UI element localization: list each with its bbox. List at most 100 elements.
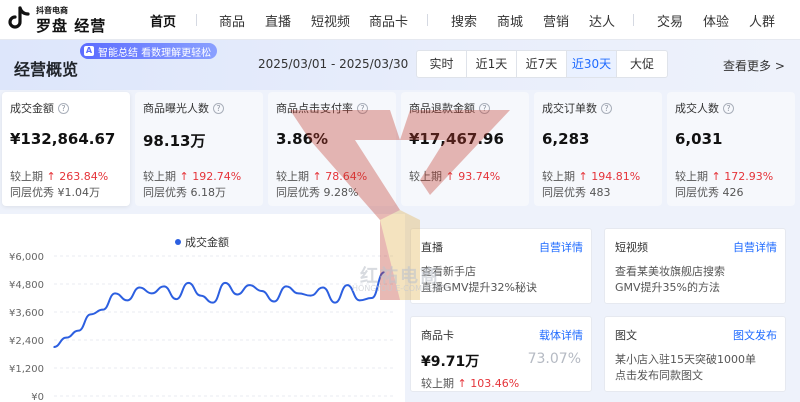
data-point[interactable] [199, 294, 202, 297]
metric-card-buyers[interactable]: 成交人数? 6,031 较上期 ↑ 172.93% 同层优秀 426 [667, 92, 795, 206]
data-point[interactable] [285, 285, 288, 288]
ai-summary-badge[interactable]: A 智能总结 看数理解更轻松 [80, 43, 218, 59]
data-point[interactable] [297, 292, 300, 295]
panel-line[interactable]: GMV提升35%的方法 [615, 279, 720, 295]
panel-value: ¥9.71万 [421, 354, 480, 370]
y-tick-label: ¥3,600 [9, 308, 44, 319]
nav-item-product-card[interactable]: 商品卡 [369, 11, 408, 30]
nav-item-creators[interactable]: 达人 [589, 11, 615, 30]
tab-1day[interactable]: 近1天 [467, 51, 517, 77]
nav-item-product[interactable]: 商品 [219, 11, 245, 30]
metric-label: 商品点击支付率 [276, 102, 353, 115]
metric-card-orders[interactable]: 成交订单数? 6,283 较上期 ↑ 194.81% 同层优秀 483 [534, 92, 662, 206]
data-point[interactable] [334, 301, 336, 304]
data-point[interactable] [309, 294, 312, 297]
compass-logo[interactable]: 抖音电商 罗盘 经营 [6, 4, 116, 36]
ai-summary-label: 智能总结 看数理解更轻松 [98, 47, 212, 59]
data-point[interactable] [187, 282, 190, 284]
graphic-publish-link[interactable]: 图文发布 [733, 327, 777, 343]
data-point[interactable] [346, 284, 349, 286]
nav-item-audience[interactable]: 人群 [749, 11, 775, 30]
metric-label: 成交订单数 [542, 102, 597, 115]
data-point[interactable] [102, 308, 104, 311]
nav-item-marketing[interactable]: 营销 [543, 11, 569, 30]
metric-label: 商品曝光人数 [143, 102, 209, 115]
nav-divider [633, 14, 634, 26]
page-title: 经营概览 [14, 60, 79, 79]
nav-item-mall[interactable]: 商城 [497, 11, 523, 30]
help-icon[interactable]: ? [723, 102, 734, 114]
compare-label: 较上期 [10, 170, 43, 183]
compare-change: ↑ 263.84% [46, 170, 109, 183]
metric-card-refund[interactable]: 商品退款金额? ¥17,467.96 较上期 ↑ 93.74% [401, 92, 529, 206]
date-range[interactable]: 2025/03/01 - 2025/03/30 [258, 57, 408, 71]
live-panel: 直播 自营详情 查看新手店 直播GMV提升32%秘诀 [410, 228, 592, 304]
compare-change: ↑ 93.74% [445, 170, 501, 183]
data-point[interactable] [260, 290, 263, 292]
nav-item-trade[interactable]: 交易 [657, 11, 683, 30]
help-icon[interactable]: ? [479, 102, 490, 114]
data-point[interactable] [248, 284, 251, 286]
metric-peer: 同层优秀 9.28% [276, 186, 359, 199]
nav-item-video[interactable]: 短视频 [311, 11, 350, 30]
data-point[interactable] [212, 301, 214, 304]
data-point[interactable] [224, 282, 226, 284]
panel-line[interactable]: 直播GMV提升32%秘诀 [421, 279, 537, 295]
data-point[interactable] [370, 297, 373, 299]
data-point[interactable] [383, 271, 385, 274]
panel-title: 短视频 [615, 241, 648, 254]
tab-7days[interactable]: 近7天 [517, 51, 567, 77]
data-point[interactable] [175, 298, 178, 300]
ai-icon: A [84, 46, 94, 56]
metric-compare: 较上期 ↑ 192.74% [143, 168, 241, 184]
trend-chart[interactable]: ¥0 ¥1,200 ¥2,400 ¥3,600 ¥4,800 ¥6,000 [0, 214, 405, 402]
panel-line[interactable]: 某小店入驻15天突破1000单 [615, 351, 756, 367]
data-point[interactable] [322, 286, 324, 289]
data-point[interactable] [150, 292, 153, 295]
data-point[interactable] [358, 299, 361, 302]
data-point[interactable] [163, 285, 165, 288]
panel-compare: 较上期 ↑ 103.46% [421, 375, 519, 391]
panel-percent: 73.07% [527, 351, 581, 367]
data-point[interactable] [77, 329, 80, 332]
metric-card-exposure[interactable]: 商品曝光人数? 98.13万 较上期 ↑ 192.74% 同层优秀 6.18万 [135, 92, 263, 206]
metric-card-click-pay-rate[interactable]: 商品点击支付率? 3.86% 较上期 ↑ 78.64% 同层优秀 9.28% [268, 92, 396, 206]
compare-change: ↑ 78.64% [312, 170, 368, 183]
video-detail-link[interactable]: 自营详情 [733, 239, 777, 255]
nav-item-home[interactable]: 首页 [150, 11, 176, 30]
tab-realtime[interactable]: 实时 [417, 51, 467, 77]
data-point[interactable] [273, 300, 275, 303]
metric-peer: 同层优秀 ¥1.04万 [10, 186, 100, 199]
live-detail-link[interactable]: 自营详情 [539, 239, 583, 255]
metric-compare: 较上期 ↑ 194.81% [542, 168, 640, 184]
data-point[interactable] [114, 292, 116, 295]
help-icon[interactable]: ? [357, 102, 368, 114]
compare-label: 较上期 [276, 170, 309, 183]
panel-line[interactable]: 点击发布同款图文 [615, 367, 703, 383]
data-point[interactable] [53, 346, 55, 348]
data-point[interactable] [65, 336, 68, 339]
data-point[interactable] [126, 299, 129, 302]
nav-item-live[interactable]: 直播 [265, 11, 291, 30]
carrier-detail-link[interactable]: 载体详情 [539, 327, 583, 343]
help-icon[interactable]: ? [213, 102, 224, 114]
data-point[interactable] [138, 286, 141, 289]
nav-item-experience[interactable]: 体验 [703, 11, 729, 30]
tab-30days[interactable]: 近30天 [567, 51, 617, 77]
y-tick-label: ¥0 [31, 392, 44, 402]
data-point[interactable] [236, 293, 239, 296]
nav-item-search[interactable]: 搜索 [451, 11, 477, 30]
data-point[interactable] [89, 313, 92, 316]
panel-line[interactable]: 查看某美妆旗舰店搜索 [615, 263, 725, 279]
panel-line[interactable]: 查看新手店 [421, 263, 476, 279]
tab-promo[interactable]: 大促 [617, 51, 667, 77]
help-icon[interactable]: ? [601, 102, 612, 114]
metric-card-gmv[interactable]: 成交金额? ¥132,864.67 较上期 ↑ 263.84% 同层优秀 ¥1.… [2, 92, 130, 206]
view-more-link[interactable]: 查看更多 > [723, 57, 785, 74]
compare-label: 较上期 [675, 170, 708, 183]
metric-value: 98.13万 [143, 132, 206, 150]
compare-change: ↑ 192.74% [179, 170, 242, 183]
metric-compare: 较上期 ↑ 93.74% [409, 168, 500, 184]
y-tick-label: ¥6,000 [9, 252, 44, 263]
help-icon[interactable]: ? [58, 102, 69, 114]
